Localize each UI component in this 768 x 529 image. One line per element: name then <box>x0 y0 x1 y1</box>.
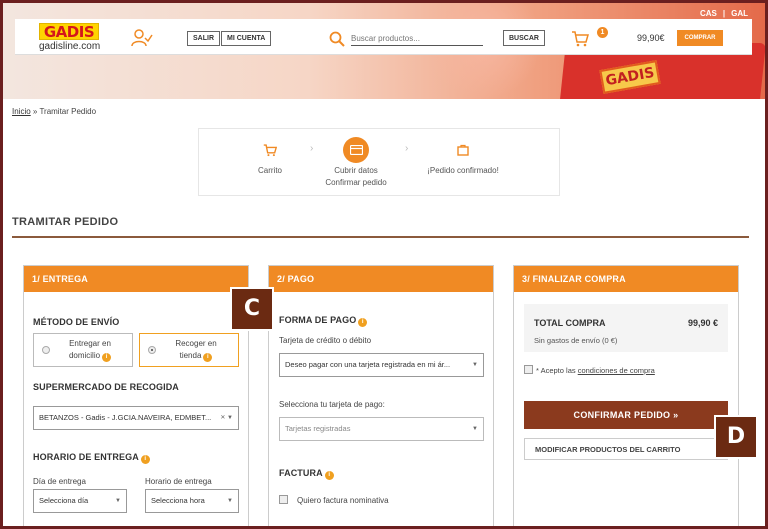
confirmar-pedido-button[interactable]: CONFIRMAR PEDIDO » <box>524 401 728 429</box>
screenshot-frame: GADIS CAS | GAL GADIS gadisline.com SALIR … <box>0 0 768 529</box>
pago-heading: 2/ PAGO <box>269 266 493 292</box>
breadcrumb-current: Tramitar Pedido <box>39 107 97 116</box>
supermercado-select[interactable]: BETANZOS - Gadis - J.GCIA.NAVEIRA, EDMBE… <box>33 406 239 430</box>
factura-checkbox[interactable] <box>279 495 288 504</box>
chevron-down-icon: ▼ <box>472 362 478 368</box>
top-navigation-bar: GADIS gadisline.com SALIR MI CUENTA BUSC… <box>15 19 752 55</box>
modificar-productos-button[interactable]: MODIFICAR PRODUCTOS DEL CARRITO <box>524 438 728 460</box>
cart-icon[interactable] <box>571 31 589 47</box>
lang-separator: | <box>722 9 726 18</box>
finalizar-panel: 3/ FINALIZAR COMPRA TOTAL COMPRA 99,90 €… <box>513 265 739 526</box>
checkout-stepper: Carrito › Cubrir datos Confirmar pedido … <box>198 128 560 196</box>
double-chevron-right-icon: » <box>673 410 679 420</box>
logo-site-name: gadisline.com <box>39 41 101 52</box>
lang-cas-link[interactable]: CAS <box>697 9 720 18</box>
cart-total: 99,90€ <box>637 33 665 43</box>
info-icon[interactable]: i <box>102 353 112 362</box>
title-divider <box>12 236 749 238</box>
forma-pago-select[interactable]: Deseo pagar con una tarjeta registrada e… <box>279 353 484 377</box>
option-tienda-line2: tienda <box>179 351 202 360</box>
step-carrito-label: Carrito <box>257 166 282 175</box>
page-title: TRAMITAR PEDIDO <box>12 216 119 228</box>
acepto-prefix: * Acepto las <box>536 366 578 375</box>
total-compra-label: TOTAL COMPRA <box>534 318 606 328</box>
option-recoger-tienda[interactable]: Recoger en tienda i <box>139 333 239 367</box>
supermercado-label: SUPERMERCADO DE RECOGIDA <box>33 382 179 392</box>
total-compra-value: 99,90 € <box>687 318 718 328</box>
factura-label: FACTURA i <box>279 468 334 480</box>
chevron-down-icon: ▼ <box>472 426 478 432</box>
step-cubrir-datos: Cubrir datos Confirmar pedido <box>311 137 401 189</box>
chevron-down-icon: ▼ <box>227 498 233 504</box>
step-cart-icon <box>257 137 283 163</box>
info-icon[interactable]: i <box>203 353 213 362</box>
tarjeta-credito-label: Tarjeta de crédito o débito <box>279 336 372 345</box>
step-card-icon <box>343 137 369 163</box>
forma-pago-label: FORMA DE PAGO i <box>279 315 368 327</box>
step-carrito: Carrito <box>245 137 295 177</box>
lang-gal-link[interactable]: GAL <box>728 9 751 18</box>
option-domicilio-line2: domicilio <box>68 351 101 360</box>
chevron-down-icon: ✕ ▼ <box>220 415 233 421</box>
search-icon[interactable] <box>329 31 345 47</box>
tarjetas-registradas-select[interactable]: Tarjetas registradas ▼ <box>279 417 484 441</box>
dia-entrega-label: Día de entrega <box>33 477 86 486</box>
comprar-button[interactable]: COMPRAR <box>677 30 723 46</box>
step-pedido-confirmado: ¡Pedido confirmado! <box>415 137 511 177</box>
step-cubrir-label: Cubrir datos <box>334 166 378 175</box>
tarjetas-registradas-value: Tarjetas registradas <box>285 424 351 433</box>
step-bag-icon <box>450 137 476 163</box>
info-icon[interactable]: i <box>358 318 368 327</box>
metodo-envio-label: MÉTODO DE ENVÍO <box>33 317 120 327</box>
gastos-envio-text: Sin gastos de envío (0 €) <box>534 336 618 345</box>
step-confirmado-label: ¡Pedido confirmado! <box>427 166 499 175</box>
pago-panel: 2/ PAGO FORMA DE PAGO i Tarjeta de crédit… <box>268 265 494 526</box>
dia-entrega-select[interactable]: Selecciona día ▼ <box>33 489 127 513</box>
dia-entrega-value: Selecciona día <box>39 496 89 505</box>
condiciones-compra-link[interactable]: condiciones de compra <box>578 366 655 375</box>
gadis-logo[interactable]: GADIS gadisline.com <box>39 23 101 52</box>
logo-badge: GADIS <box>39 23 99 41</box>
mi-cuenta-button[interactable]: MI CUENTA <box>221 31 272 46</box>
forma-pago-value: Deseo pagar con una tarjeta registrada e… <box>285 360 451 369</box>
buscar-button[interactable]: BUSCAR <box>503 30 545 46</box>
annotation-marker-c: C <box>230 287 274 331</box>
option-entregar-domicilio[interactable]: Entregar en domicilio i <box>33 333 133 367</box>
info-icon[interactable]: i <box>324 471 334 480</box>
horario-entrega-label: HORARIO DE ENTREGA i <box>33 452 150 464</box>
radio-tienda[interactable] <box>148 346 156 354</box>
search-input[interactable] <box>351 31 483 46</box>
hora-entrega-value: Selecciona hora <box>151 496 205 505</box>
chevron-down-icon: ▼ <box>115 498 121 504</box>
supermercado-value: BETANZOS - Gadis - J.GCIA.NAVEIRA, EDMBE… <box>39 413 212 422</box>
acepto-condiciones-label: * Acepto las condiciones de compra <box>536 366 655 375</box>
breadcrumb-home-link[interactable]: Inicio <box>12 107 31 116</box>
hora-entrega-select[interactable]: Selecciona hora ▼ <box>145 489 239 513</box>
order-summary: TOTAL COMPRA 99,90 € Sin gastos de envío… <box>524 304 728 352</box>
factura-checkbox-label: Quiero factura nominativa <box>297 496 389 505</box>
salir-button[interactable]: SALIR <box>187 31 220 46</box>
entrega-heading: 1/ ENTREGA <box>24 266 248 292</box>
language-switcher: CAS | GAL <box>697 9 751 18</box>
cart-count-badge: 1 <box>597 27 608 38</box>
horario-entrega-sublabel: Horario de entrega <box>145 477 212 486</box>
radio-domicilio[interactable] <box>42 346 50 354</box>
finalizar-heading: 3/ FINALIZAR COMPRA <box>514 266 738 292</box>
entrega-panel: 1/ ENTREGA MÉTODO DE ENVÍO Entregar en d… <box>23 265 249 526</box>
user-check-icon[interactable] <box>131 29 153 47</box>
annotation-marker-d: D <box>714 415 758 459</box>
chevron-right-icon: › <box>405 143 409 154</box>
breadcrumb: Inicio » Tramitar Pedido <box>12 107 96 116</box>
step-confirmar-label: Confirmar pedido <box>325 178 387 187</box>
info-icon[interactable]: i <box>140 455 150 464</box>
selecciona-tarjeta-label: Selecciona tu tarjeta de pago: <box>279 400 385 409</box>
acepto-condiciones-checkbox[interactable] <box>524 365 533 374</box>
